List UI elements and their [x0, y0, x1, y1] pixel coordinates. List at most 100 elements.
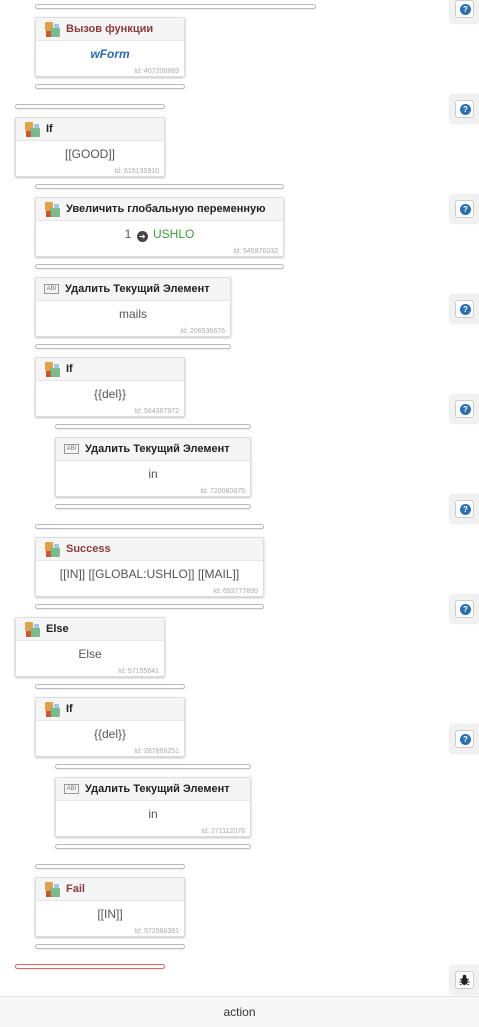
bottom-action-bar[interactable]: action: [0, 996, 479, 1027]
question-icon: ?: [460, 504, 471, 515]
robot-icon: [44, 541, 61, 558]
debug-button[interactable]: [450, 966, 479, 994]
block-header: Увеличить глобальную переменную: [36, 198, 283, 221]
block-separator[interactable]: [55, 424, 251, 429]
robot-icon: [44, 701, 61, 718]
block-title: Вызов функции: [66, 23, 154, 35]
text-field-icon: ABI: [44, 284, 59, 294]
help-button[interactable]: ?: [450, 295, 479, 323]
help-button[interactable]: ?: [450, 725, 479, 753]
block-separator[interactable]: [55, 764, 251, 769]
block-value: in: [148, 807, 158, 821]
block-title: Увеличить глобальную переменную: [66, 203, 266, 215]
block-separator[interactable]: [55, 844, 251, 849]
question-icon: ?: [460, 304, 471, 315]
help-button[interactable]: ?: [450, 195, 479, 223]
block-separator[interactable]: [35, 264, 284, 269]
canvas: Вызов функции wForm Id: 407208869 If [[G…: [0, 0, 479, 1027]
robot-icon: [44, 201, 61, 218]
text-field-icon: ABI: [64, 444, 79, 454]
if-good-block[interactable]: If [[GOOD]] Id: 615135910: [15, 117, 165, 177]
question-icon: ?: [460, 204, 471, 215]
help-button[interactable]: ?: [450, 495, 479, 523]
block-title: Удалить Текущий Элемент: [65, 283, 210, 295]
block-separator[interactable]: [15, 104, 165, 109]
if-del-block[interactable]: If {{del}} Id: 564367972: [35, 357, 185, 417]
end-separator[interactable]: [15, 964, 165, 969]
block-separator[interactable]: [35, 944, 185, 949]
block-id: Id: 572588391: [134, 928, 179, 935]
block-separator[interactable]: [35, 184, 284, 189]
block-title: Success: [66, 543, 111, 555]
block-value: {{del}}: [93, 727, 127, 741]
help-button[interactable]: ?: [450, 95, 479, 123]
block-value: [[GOOD]]: [64, 147, 115, 161]
block-value: [[IN]] [[GLOBAL:USHLO]] [[MAIL]]: [59, 567, 240, 581]
increment-amount: 1: [124, 227, 132, 241]
block-header: If: [36, 698, 184, 721]
block-id: Id: 545976032: [233, 248, 278, 255]
if-del-block[interactable]: If {{del}} Id: 287869251: [35, 697, 185, 757]
increment-global-block[interactable]: Увеличить глобальную переменную 1 ➔ USHL…: [35, 197, 284, 257]
question-icon: ?: [460, 604, 471, 615]
block-title: Удалить Текущий Элемент: [85, 443, 230, 455]
block-value: [[IN]]: [97, 907, 123, 921]
help-button[interactable]: ?: [450, 595, 479, 623]
block-title: Else: [46, 623, 69, 635]
block-value: in: [148, 467, 158, 481]
block-title: Удалить Текущий Элемент: [85, 783, 230, 795]
block-title: If: [66, 363, 73, 375]
text-field-icon: ABI: [64, 784, 79, 794]
block-header: Fail: [36, 878, 184, 901]
block-value: {{del}}: [93, 387, 127, 401]
block-header: ABI Удалить Текущий Элемент: [56, 778, 250, 801]
block-separator[interactable]: [35, 524, 264, 529]
block-value: wForm: [90, 47, 130, 61]
robot-icon: [24, 121, 41, 138]
block-header: If: [36, 358, 184, 381]
block-header: ABI Удалить Текущий Элемент: [56, 438, 250, 461]
block-separator[interactable]: [35, 864, 185, 869]
block-id: Id: 615135910: [114, 168, 159, 175]
delete-element-block[interactable]: ABI Удалить Текущий Элемент in Id: 27111…: [55, 777, 251, 837]
block-id: Id: 57155641: [118, 668, 159, 675]
question-icon: ?: [460, 404, 471, 415]
block-separator[interactable]: [35, 684, 185, 689]
help-button[interactable]: ?: [450, 395, 479, 423]
fail-block[interactable]: Fail [[IN]] Id: 572588391: [35, 877, 185, 937]
block-separator[interactable]: [35, 84, 185, 89]
block-separator[interactable]: [55, 504, 251, 509]
block-header: Else: [16, 618, 164, 641]
help-button[interactable]: ?: [450, 0, 479, 23]
block-title: If: [46, 123, 53, 135]
robot-icon: [44, 361, 61, 378]
delete-element-block[interactable]: ABI Удалить Текущий Элемент mails Id: 20…: [35, 277, 231, 337]
block-value: mails: [118, 307, 147, 321]
action-label: action: [223, 1005, 256, 1019]
robot-icon: [24, 621, 41, 638]
block-header: Вызов функции: [36, 18, 184, 41]
variable-name: USHLO: [153, 227, 195, 241]
block-value: Else: [78, 647, 102, 661]
question-icon: ?: [460, 104, 471, 115]
block-id: Id: 206536676: [180, 328, 225, 335]
delete-element-block[interactable]: ABI Удалить Текущий Элемент in Id: 72008…: [55, 437, 251, 497]
block-header: Success: [36, 538, 263, 561]
block-id: Id: 693777895: [213, 588, 258, 595]
block-separator[interactable]: [35, 604, 264, 609]
block-id: Id: 564367972: [134, 408, 179, 415]
block-header: ABI Удалить Текущий Элемент: [36, 278, 230, 301]
question-icon: ?: [460, 4, 471, 15]
else-block[interactable]: Else Else Id: 57155641: [15, 617, 165, 677]
block-separator[interactable]: [35, 344, 231, 349]
block-title: Fail: [66, 883, 85, 895]
call-function-block[interactable]: Вызов функции wForm Id: 407208869: [35, 17, 185, 77]
block-title: If: [66, 703, 73, 715]
block-separator[interactable]: [35, 4, 316, 9]
block-id: Id: 271112076: [201, 828, 245, 835]
block-id: Id: 720080875: [200, 488, 245, 495]
arrow-right-icon: ➔: [136, 231, 148, 242]
robot-icon: [44, 21, 61, 38]
robot-icon: [44, 881, 61, 898]
success-block[interactable]: Success [[IN]] [[GLOBAL:USHLO]] [[MAIL]]…: [35, 537, 264, 597]
